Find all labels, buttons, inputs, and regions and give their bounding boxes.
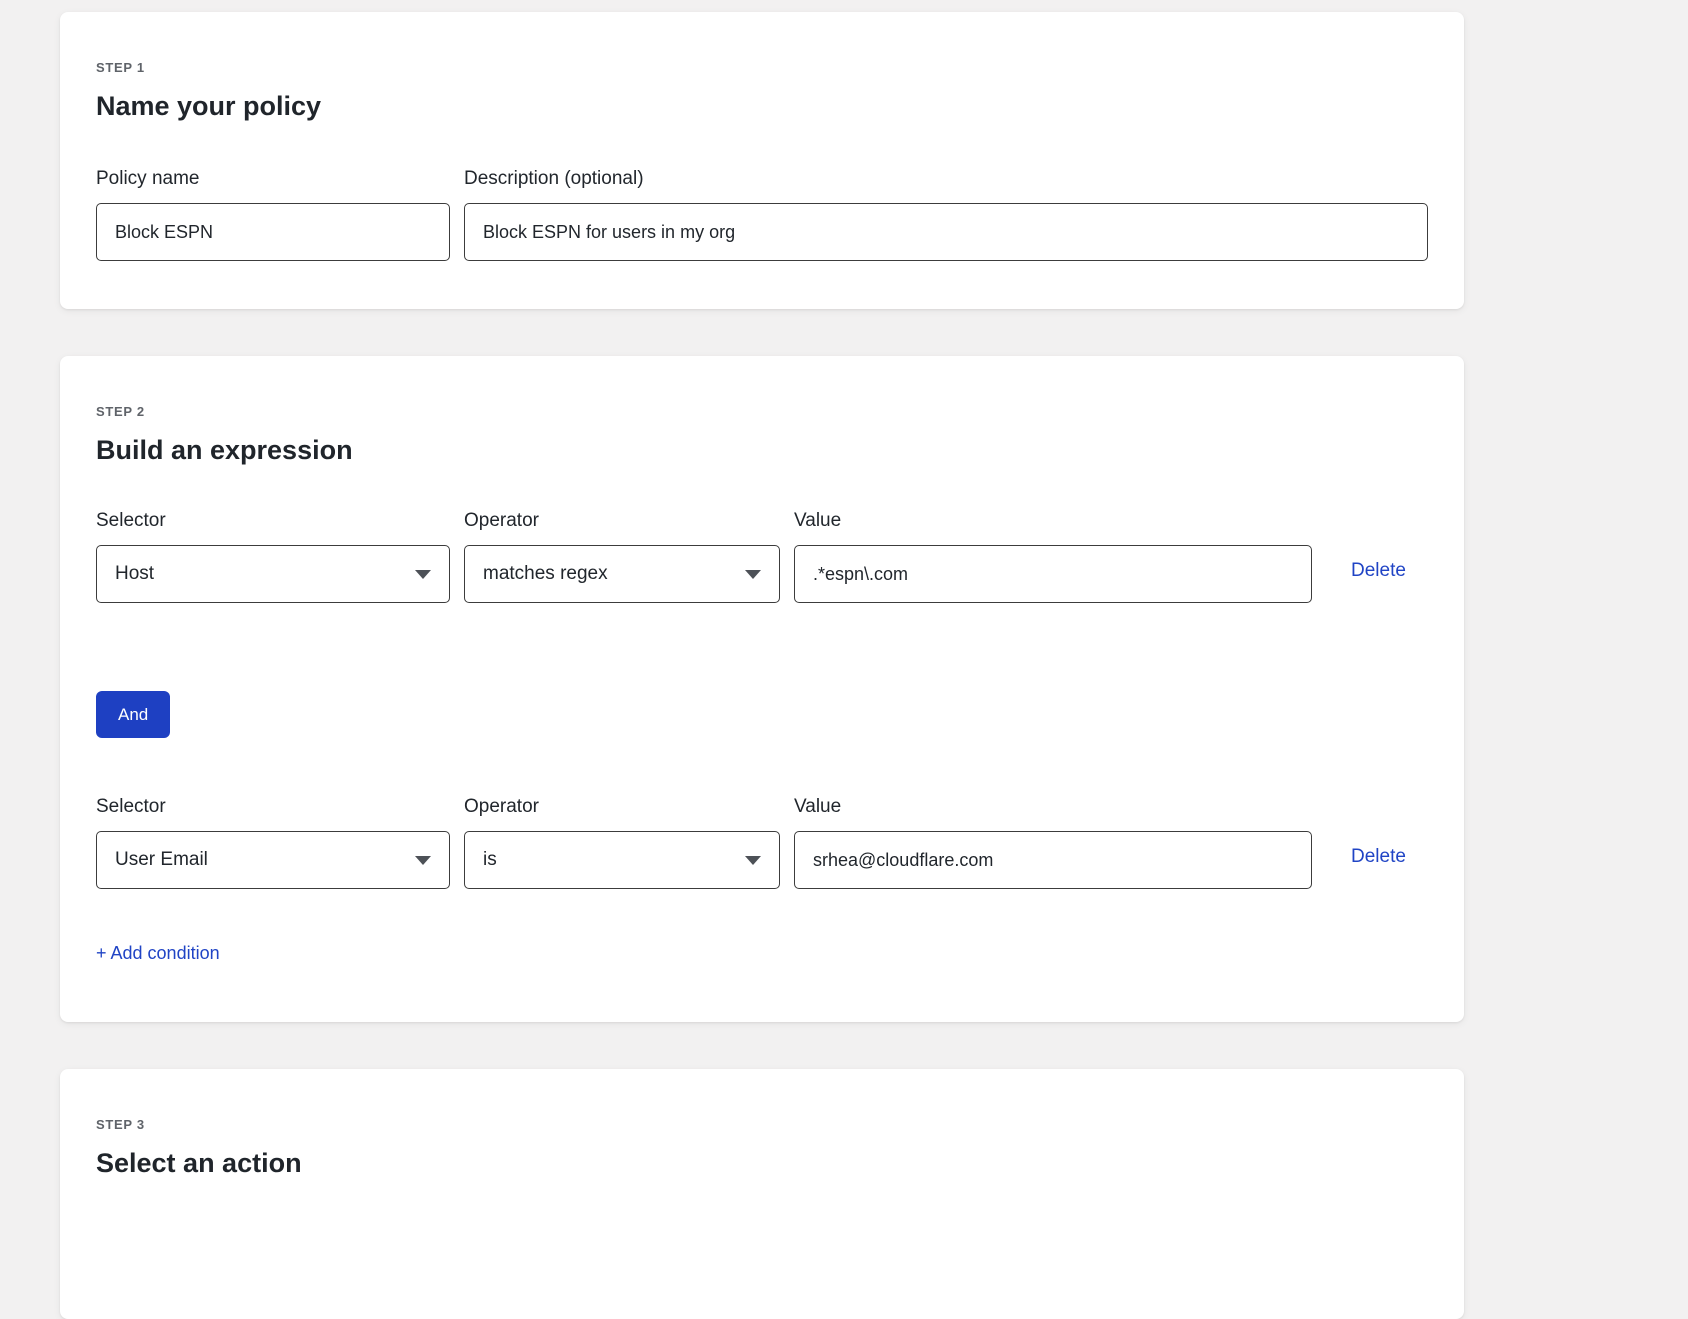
condition-row: Selector User Email Operator is Value De…	[96, 796, 1428, 889]
and-button[interactable]: And	[96, 691, 170, 738]
selector-dropdown-value: User Email	[115, 849, 208, 871]
condition-row: Selector Host Operator matches regex Val…	[96, 510, 1428, 603]
step2-title: Build an expression	[96, 435, 1428, 466]
selector-field: Selector User Email	[96, 796, 450, 889]
and-button-wrap: And	[96, 691, 1428, 738]
step3-title: Select an action	[96, 1148, 1428, 1179]
selector-dropdown[interactable]: User Email	[96, 831, 450, 889]
description-input[interactable]	[464, 203, 1428, 261]
delete-condition-link[interactable]: Delete	[1351, 560, 1406, 581]
value-label: Value	[794, 796, 1312, 818]
step3-card: STEP 3 Select an action	[60, 1069, 1464, 1319]
chevron-down-icon	[415, 570, 431, 579]
chevron-down-icon	[745, 570, 761, 579]
step2-card: STEP 2 Build an expression Selector Host…	[60, 356, 1464, 1022]
operator-field: Operator matches regex	[464, 510, 780, 603]
value-field: Value	[794, 796, 1312, 889]
policy-name-field: Policy name	[96, 168, 450, 261]
step1-card: STEP 1 Name your policy Policy name Desc…	[60, 12, 1464, 309]
operator-dropdown-value: matches regex	[483, 563, 608, 585]
operator-dropdown-value: is	[483, 849, 497, 871]
policy-name-input[interactable]	[96, 203, 450, 261]
delete-condition-link[interactable]: Delete	[1351, 846, 1406, 867]
selector-label: Selector	[96, 796, 450, 818]
chevron-down-icon	[415, 856, 431, 865]
step3-label: STEP 3	[96, 1117, 1428, 1132]
operator-label: Operator	[464, 510, 780, 532]
operator-field: Operator is	[464, 796, 780, 889]
selector-label: Selector	[96, 510, 450, 532]
policy-name-row: Policy name Description (optional)	[96, 168, 1428, 261]
value-input[interactable]	[794, 831, 1312, 889]
description-label: Description (optional)	[464, 168, 1428, 190]
step1-title: Name your policy	[96, 91, 1428, 122]
value-field: Value	[794, 510, 1312, 603]
chevron-down-icon	[745, 856, 761, 865]
step1-label: STEP 1	[96, 60, 1428, 75]
value-label: Value	[794, 510, 1312, 532]
add-condition-link[interactable]: + Add condition	[96, 943, 220, 963]
operator-dropdown[interactable]: is	[464, 831, 780, 889]
step2-label: STEP 2	[96, 404, 1428, 419]
operator-label: Operator	[464, 796, 780, 818]
add-condition-wrap: + Add condition	[96, 943, 1428, 964]
delete-column: Delete	[1351, 510, 1406, 582]
selector-dropdown[interactable]: Host	[96, 545, 450, 603]
selector-dropdown-value: Host	[115, 563, 154, 585]
description-field: Description (optional)	[464, 168, 1428, 261]
value-input[interactable]	[794, 545, 1312, 603]
policy-builder-page: STEP 1 Name your policy Policy name Desc…	[0, 0, 1688, 1319]
selector-field: Selector Host	[96, 510, 450, 603]
policy-name-label: Policy name	[96, 168, 450, 190]
delete-column: Delete	[1351, 796, 1406, 868]
operator-dropdown[interactable]: matches regex	[464, 545, 780, 603]
